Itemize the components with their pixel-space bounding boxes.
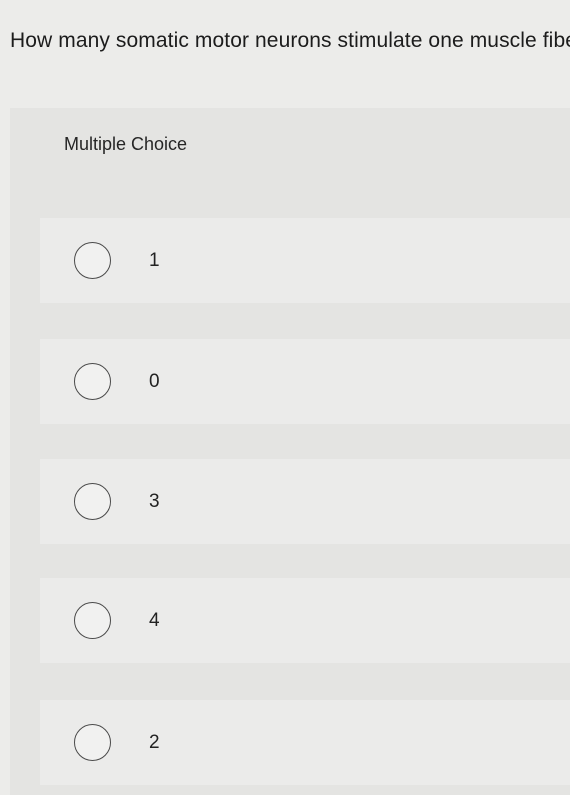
option-label: 2 xyxy=(149,731,160,753)
radio-button[interactable] xyxy=(74,723,111,761)
answer-panel xyxy=(10,108,570,795)
option-3[interactable]: 3 xyxy=(40,459,570,544)
option-4[interactable]: 4 xyxy=(40,578,570,663)
option-label: 1 xyxy=(149,249,160,271)
option-1[interactable]: 1 xyxy=(40,218,570,303)
multiple-choice-label: Multiple Choice xyxy=(64,134,188,154)
option-0[interactable]: 0 xyxy=(40,339,570,424)
option-label: 3 xyxy=(149,490,160,512)
question-text: How many somatic motor neurons stimulate… xyxy=(10,29,570,52)
option-label: 4 xyxy=(149,609,160,631)
quiz-page: { "question": { "text": "How many somati… xyxy=(0,0,570,795)
radio-button[interactable] xyxy=(74,601,111,639)
radio-button[interactable] xyxy=(74,241,111,279)
option-2[interactable]: 2 xyxy=(40,700,570,785)
radio-button[interactable] xyxy=(74,482,111,520)
radio-button[interactable] xyxy=(74,362,111,400)
option-label: 0 xyxy=(149,370,160,392)
